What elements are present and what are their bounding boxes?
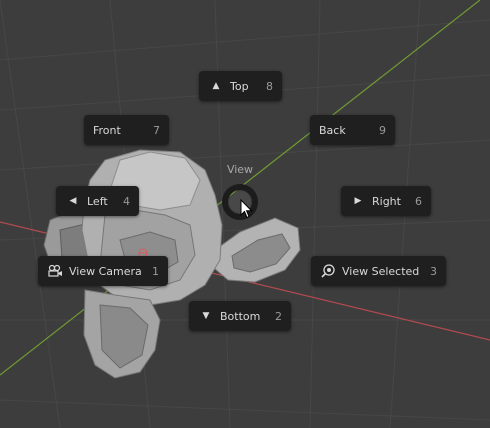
pie-item-bottom[interactable]: ▼ Bottom 2 — [189, 301, 291, 331]
mouse-cursor-icon — [240, 199, 253, 219]
triangle-left-icon: ◀ — [69, 196, 77, 206]
camera-icon — [47, 264, 63, 278]
pie-item-front[interactable]: Front 7 — [84, 115, 169, 145]
pie-item-view-camera[interactable]: View Camera 1 — [38, 256, 168, 286]
pie-item-view-selected[interactable]: View Selected 3 — [311, 256, 446, 286]
pie-item-back[interactable]: Back 9 — [310, 115, 395, 145]
triangle-up-icon: ▲ — [212, 81, 220, 91]
pie-item-top[interactable]: ▲ Top 8 — [199, 71, 282, 101]
pie-menu-title: View — [226, 163, 254, 176]
zoom-selected-icon — [320, 263, 336, 279]
triangle-right-icon: ▶ — [354, 196, 362, 206]
pie-item-right[interactable]: ▶ Right 6 — [341, 186, 431, 216]
pie-item-left[interactable]: ◀ Left 4 — [56, 186, 139, 216]
triangle-down-icon: ▼ — [202, 311, 210, 321]
